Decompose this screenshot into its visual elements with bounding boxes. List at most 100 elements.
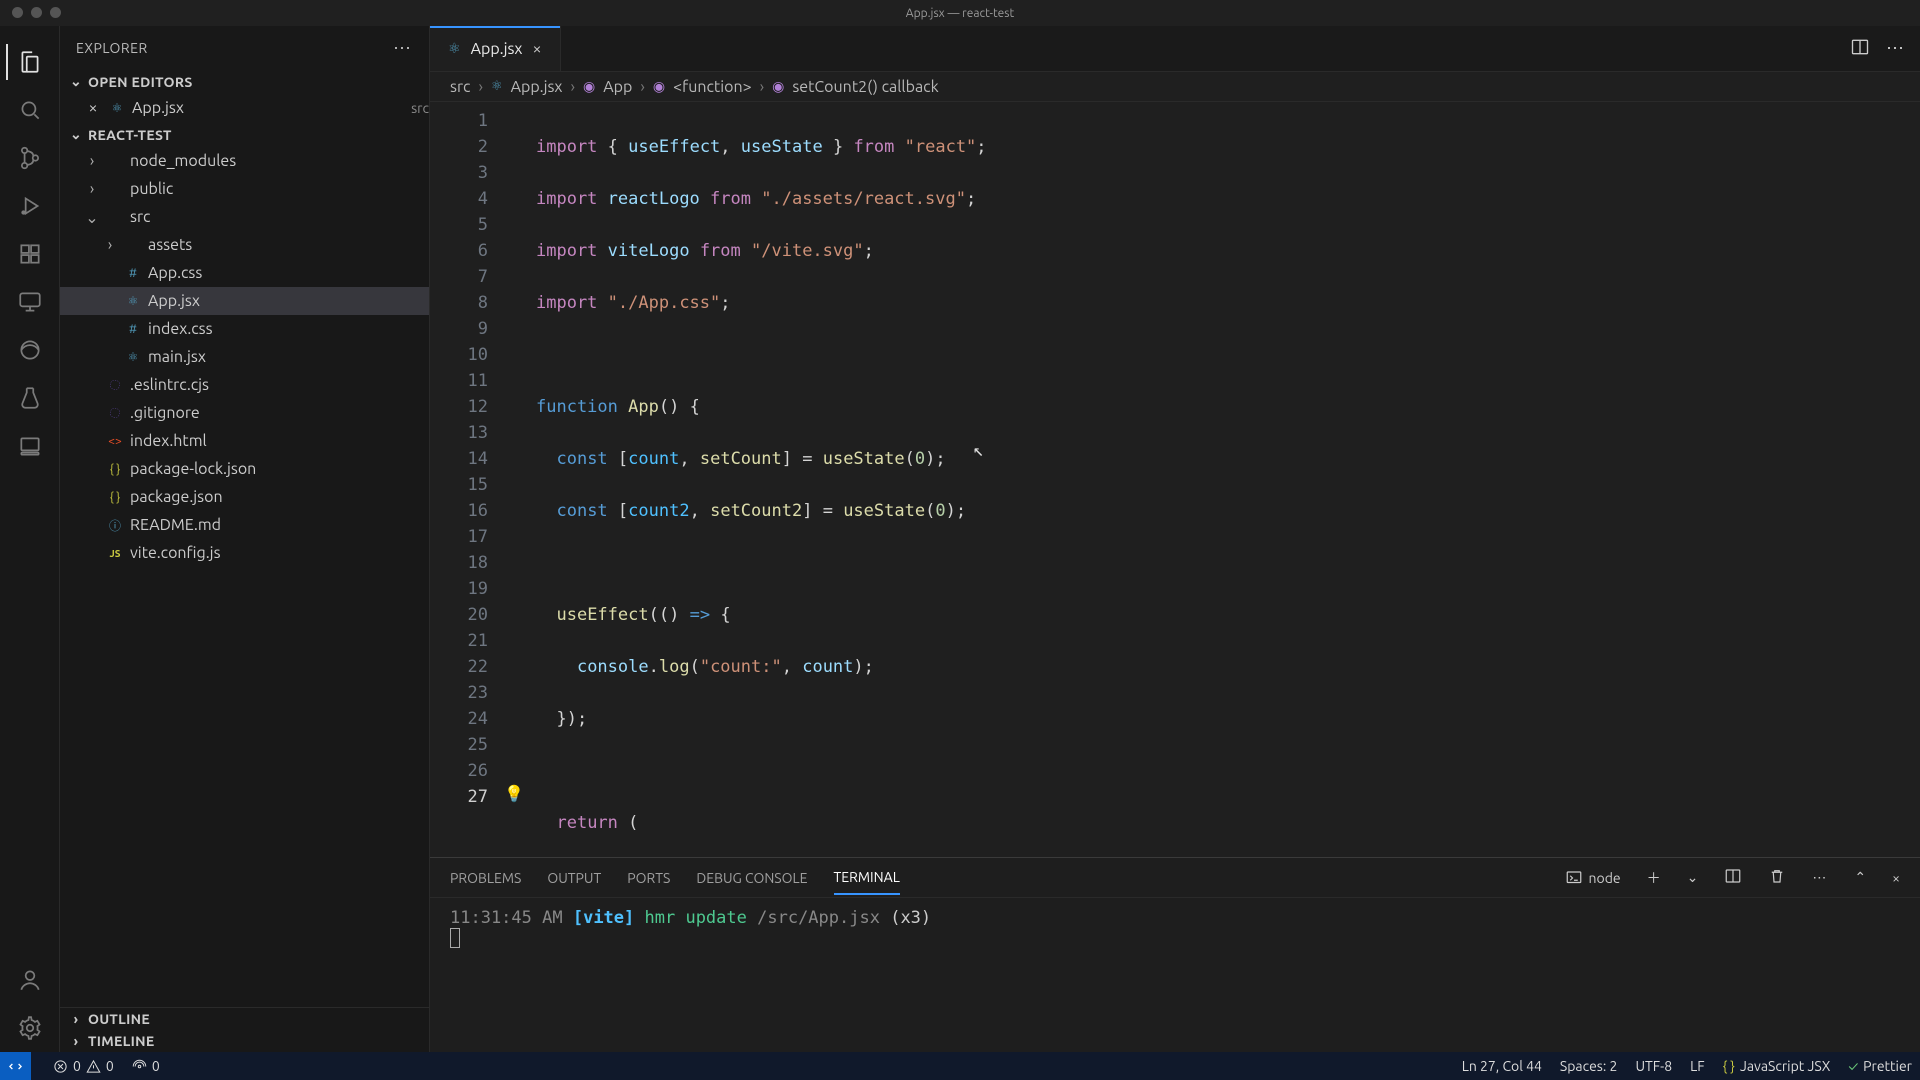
minimize-window-icon[interactable] bbox=[31, 7, 42, 18]
file-item[interactable]: #index.css bbox=[60, 315, 429, 343]
chevron-right-icon: › bbox=[84, 152, 100, 170]
remote-activity-icon[interactable] bbox=[6, 278, 54, 326]
chevron-down-icon: ⌄ bbox=[68, 73, 84, 90]
dropdown-chevron-icon[interactable]: ⌄ bbox=[1687, 869, 1699, 886]
folder-item[interactable]: › assets bbox=[60, 231, 429, 259]
status-language[interactable]: { } JavaScript JSX bbox=[1723, 1058, 1831, 1074]
open-editor-hint: src bbox=[411, 100, 429, 116]
search-activity-icon[interactable] bbox=[6, 86, 54, 134]
json-icon: { } bbox=[106, 463, 124, 476]
breadcrumb-item[interactable]: App.jsx bbox=[511, 78, 563, 96]
main-row: EXPLORER ⋯ ⌄ OPEN EDITORS × ⚛ App.jsx sr… bbox=[0, 26, 1920, 1052]
file-tree-label: .eslintrc.cjs bbox=[130, 376, 429, 394]
folder-item[interactable]: ›public bbox=[60, 175, 429, 203]
file-tree-label: assets bbox=[148, 236, 429, 254]
folder-item[interactable]: ›node_modules bbox=[60, 147, 429, 175]
status-cursor-position[interactable]: Ln 27, Col 44 bbox=[1462, 1058, 1542, 1074]
file-item[interactable]: ⚛App.jsx bbox=[60, 287, 429, 315]
status-prettier[interactable]: ✓ Prettier bbox=[1848, 1058, 1912, 1074]
vscode-remote-icon[interactable] bbox=[6, 422, 54, 470]
more-icon[interactable]: ⋯ bbox=[1886, 38, 1906, 59]
project-section-head[interactable]: ⌄ REACT-TEST bbox=[60, 123, 429, 146]
testing-activity-icon[interactable] bbox=[6, 374, 54, 422]
run-debug-activity-icon[interactable] bbox=[6, 182, 54, 230]
editor-body[interactable]: 1234567891011121314151617181920212223242… bbox=[430, 102, 1920, 857]
close-icon[interactable]: × bbox=[84, 99, 102, 117]
file-item[interactable]: ◌.gitignore bbox=[60, 399, 429, 427]
new-terminal-icon[interactable]: ＋ bbox=[1647, 868, 1661, 888]
symbol-icon: ◉ bbox=[653, 78, 665, 95]
file-item[interactable]: { }package-lock.json bbox=[60, 455, 429, 483]
panel-tab-debug-console[interactable]: DEBUG CONSOLE bbox=[696, 862, 807, 894]
edge-tools-icon[interactable] bbox=[6, 326, 54, 374]
breadcrumb-item[interactable]: src bbox=[450, 78, 470, 96]
folder-item[interactable]: ⌄src bbox=[60, 203, 429, 231]
explorer-activity-icon[interactable] bbox=[6, 38, 54, 86]
chevron-right-icon: › bbox=[68, 1011, 84, 1027]
file-tree-label: index.html bbox=[130, 432, 429, 450]
react-file-icon: ⚛ bbox=[108, 101, 126, 115]
status-eol[interactable]: LF bbox=[1690, 1058, 1705, 1074]
panel-tab-ports[interactable]: PORTS bbox=[627, 862, 670, 894]
sidebar-more-icon[interactable]: ⋯ bbox=[393, 38, 413, 59]
file-tree: ›node_modules›public⌄src›assets#App.css⚛… bbox=[60, 146, 429, 568]
kill-terminal-icon[interactable] bbox=[1768, 867, 1786, 888]
source-control-activity-icon[interactable] bbox=[6, 134, 54, 182]
panel-tab-terminal[interactable]: TERMINAL bbox=[834, 861, 900, 895]
panel-tab-problems[interactable]: PROBLEMS bbox=[450, 862, 521, 894]
terminal-output[interactable]: 11:31:45 AM [vite] hmr update /src/App.j… bbox=[430, 898, 1920, 1052]
status-indentation[interactable]: Spaces: 2 bbox=[1560, 1058, 1618, 1074]
open-editors-section-head[interactable]: ⌄ OPEN EDITORS bbox=[60, 70, 429, 93]
html-icon: <> bbox=[106, 435, 124, 448]
close-icon[interactable]: × bbox=[532, 40, 541, 58]
code-content[interactable]: import { useEffect, useState } from "rea… bbox=[528, 102, 1920, 857]
file-item[interactable]: <> index.html bbox=[60, 427, 429, 455]
timeline-label: TIMELINE bbox=[88, 1033, 155, 1049]
tab-strip: ⚛ App.jsx × ⋯ bbox=[430, 26, 1920, 72]
terminal-cursor bbox=[450, 928, 460, 948]
close-icon[interactable]: × bbox=[1892, 870, 1900, 886]
file-item[interactable]: #App.css bbox=[60, 259, 429, 287]
extensions-activity-icon[interactable] bbox=[6, 230, 54, 278]
bottom-panel: PROBLEMS OUTPUT PORTS DEBUG CONSOLE TERM… bbox=[430, 857, 1920, 1052]
file-item[interactable]: JSvite.config.js bbox=[60, 539, 429, 567]
split-terminal-icon[interactable] bbox=[1724, 867, 1742, 888]
status-encoding[interactable]: UTF-8 bbox=[1635, 1058, 1672, 1074]
breadcrumb-item[interactable]: <function> bbox=[673, 78, 752, 96]
breadcrumb[interactable]: src › ⚛ App.jsx › ◉ App › ◉ <function> ›… bbox=[430, 72, 1920, 102]
file-item[interactable]: ◌.eslintrc.cjs bbox=[60, 371, 429, 399]
chevron-up-icon[interactable]: ⌃ bbox=[1854, 869, 1866, 886]
terminal-kind[interactable]: node bbox=[1565, 869, 1621, 887]
close-window-icon[interactable] bbox=[12, 7, 23, 18]
file-tree-label: README.md bbox=[130, 516, 429, 534]
open-editor-item[interactable]: × ⚛ App.jsx src bbox=[60, 94, 429, 122]
chevron-right-icon: › bbox=[102, 236, 118, 254]
breadcrumb-item[interactable]: App bbox=[603, 78, 632, 96]
accounts-activity-icon[interactable] bbox=[6, 956, 54, 1004]
split-editor-icon[interactable] bbox=[1850, 37, 1870, 61]
status-ports[interactable]: 0 bbox=[132, 1058, 160, 1074]
file-item[interactable]: ⚛main.jsx bbox=[60, 343, 429, 371]
timeline-section-head[interactable]: › TIMELINE bbox=[60, 1030, 429, 1052]
tab-app-jsx[interactable]: ⚛ App.jsx × bbox=[430, 26, 561, 71]
panel-tab-output[interactable]: OUTPUT bbox=[547, 862, 601, 894]
breadcrumb-item[interactable]: setCount2() callback bbox=[792, 78, 938, 96]
file-tree-label: index.css bbox=[148, 320, 429, 338]
window-controls[interactable] bbox=[12, 7, 61, 18]
open-editor-filename: App.jsx bbox=[132, 99, 397, 117]
chevron-right-icon: › bbox=[84, 180, 100, 198]
file-item[interactable]: { }package.json bbox=[60, 483, 429, 511]
project-label: REACT-TEST bbox=[88, 127, 172, 143]
settings-activity-icon[interactable] bbox=[6, 1004, 54, 1052]
outline-section-head[interactable]: › OUTLINE bbox=[60, 1008, 429, 1030]
chevron-right-icon: › bbox=[571, 78, 576, 96]
file-item[interactable]: ⓘREADME.md bbox=[60, 511, 429, 539]
remote-indicator[interactable] bbox=[0, 1052, 31, 1080]
chevron-down-icon: ⌄ bbox=[68, 126, 84, 143]
more-icon[interactable]: ⋯ bbox=[1812, 869, 1828, 886]
chevron-right-icon: › bbox=[68, 1033, 84, 1049]
lightbulb-icon[interactable]: 💡 bbox=[500, 784, 528, 810]
js-icon: JS bbox=[106, 548, 124, 559]
status-problems[interactable]: 0 0 bbox=[53, 1058, 114, 1074]
zoom-window-icon[interactable] bbox=[50, 7, 61, 18]
